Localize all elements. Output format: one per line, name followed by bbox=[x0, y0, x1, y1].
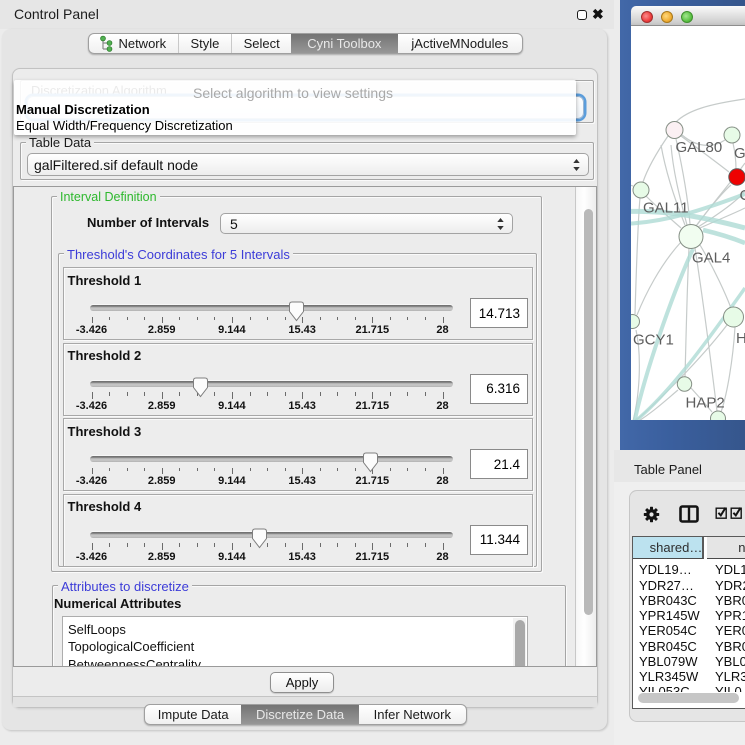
svg-text:GAL4: GAL4 bbox=[692, 250, 730, 267]
svg-text:H: H bbox=[736, 330, 745, 347]
svg-text:C: C bbox=[740, 187, 745, 204]
svg-text:GCY1: GCY1 bbox=[633, 332, 674, 349]
svg-text:GAL11: GAL11 bbox=[643, 200, 689, 217]
svg-text:HAP2: HAP2 bbox=[686, 395, 725, 412]
svg-text:G.: G. bbox=[734, 145, 745, 162]
svg-text:GAL80: GAL80 bbox=[676, 139, 723, 156]
